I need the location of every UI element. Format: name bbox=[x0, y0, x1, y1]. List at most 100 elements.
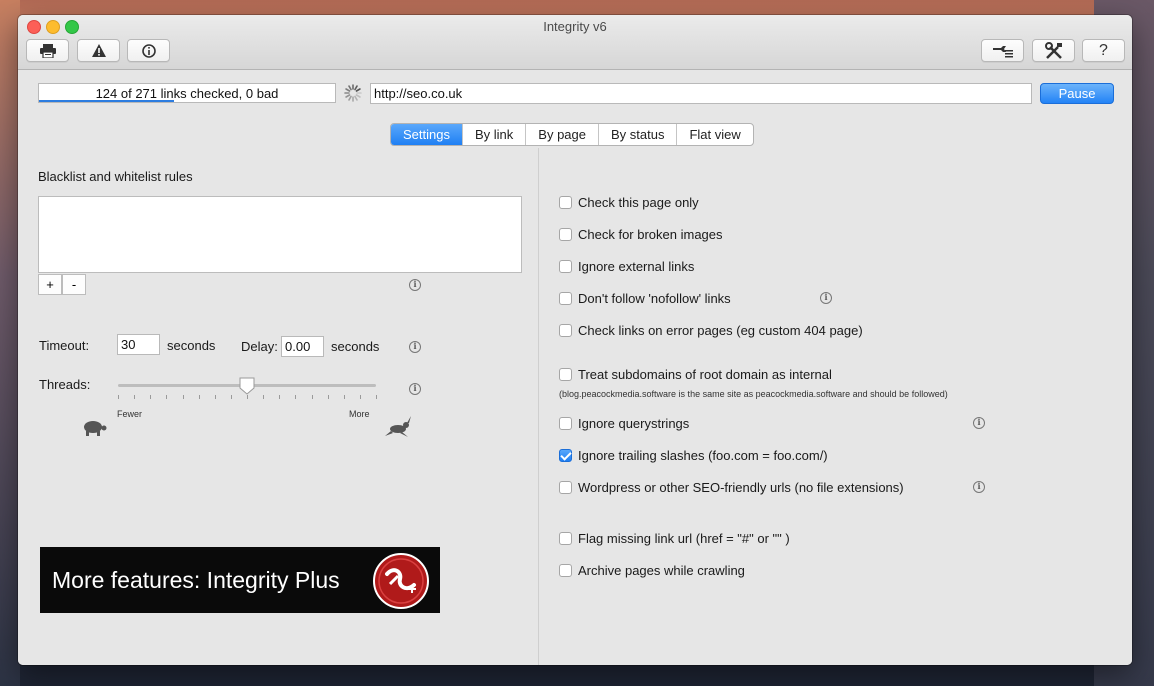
checkbox[interactable] bbox=[559, 564, 572, 577]
slider-tick bbox=[279, 395, 281, 399]
option-label: Check this page only bbox=[578, 195, 699, 210]
option-label: Check for broken images bbox=[578, 227, 723, 242]
threads-more-label: More bbox=[349, 409, 370, 419]
desktop-background-left bbox=[0, 0, 20, 686]
threads-slider-ticks bbox=[118, 395, 377, 400]
tools-button[interactable] bbox=[1032, 39, 1075, 62]
option-ignore-trailing-slashes[interactable]: Ignore trailing slashes (foo.com = foo.c… bbox=[559, 448, 828, 463]
info-icon bbox=[141, 43, 156, 58]
checkbox[interactable] bbox=[559, 228, 572, 241]
timeout-label: Timeout: bbox=[39, 338, 90, 353]
slider-tick bbox=[118, 395, 119, 399]
timeout-unit-label: seconds bbox=[167, 338, 216, 353]
querystrings-info-icon[interactable]: i bbox=[973, 417, 985, 429]
option-label: Ignore trailing slashes (foo.com = foo.c… bbox=[578, 448, 828, 463]
slider-tick bbox=[150, 395, 152, 399]
loading-spinner-icon bbox=[344, 84, 362, 102]
app-window: Integrity v6 ? 124 of 271 links checked,… bbox=[18, 15, 1132, 665]
warning-icon bbox=[91, 44, 106, 57]
help-icon: ? bbox=[1099, 41, 1108, 59]
help-button[interactable]: ? bbox=[1082, 39, 1125, 62]
slider-tick bbox=[327, 395, 329, 399]
tab-by-status[interactable]: By status bbox=[599, 124, 678, 145]
tab-settings[interactable]: Settings bbox=[391, 124, 463, 145]
add-rule-button[interactable]: + bbox=[38, 274, 62, 295]
scan-status: 124 of 271 links checked, 0 bad bbox=[38, 83, 336, 103]
checkbox[interactable] bbox=[559, 532, 572, 545]
promo-text: More features: Integrity Plus bbox=[52, 567, 340, 593]
title-bar: Integrity v6 ? bbox=[18, 15, 1132, 70]
option-check-broken-images[interactable]: Check for broken images bbox=[559, 227, 723, 242]
threads-slider-thumb[interactable] bbox=[239, 377, 255, 395]
slider-tick bbox=[214, 395, 216, 399]
option-label: Archive pages while crawling bbox=[578, 563, 745, 578]
integrity-plus-logo-icon bbox=[372, 552, 430, 615]
print-button[interactable] bbox=[26, 39, 69, 62]
seo-urls-info-icon[interactable]: i bbox=[973, 481, 985, 493]
threads-info-icon[interactable]: i bbox=[409, 383, 421, 395]
option-check-error-pages[interactable]: Check links on error pages (eg custom 40… bbox=[559, 323, 863, 338]
checkbox[interactable] bbox=[559, 368, 572, 381]
wrench-list-icon bbox=[992, 44, 1014, 58]
pause-button[interactable]: Pause bbox=[1040, 83, 1114, 104]
option-ignore-querystrings[interactable]: Ignore querystrings bbox=[559, 416, 689, 431]
slider-tick bbox=[295, 395, 297, 399]
delay-label: Delay: bbox=[241, 339, 278, 354]
print-icon bbox=[39, 43, 57, 58]
checkbox[interactable] bbox=[559, 292, 572, 305]
scan-status-text: 124 of 271 links checked, 0 bad bbox=[95, 86, 279, 101]
slider-tick bbox=[263, 395, 265, 399]
option-label: Check links on error pages (eg custom 40… bbox=[578, 323, 863, 338]
rules-label: Blacklist and whitelist rules bbox=[38, 169, 193, 184]
option-label: Don't follow 'nofollow' links bbox=[578, 291, 731, 306]
slider-tick bbox=[198, 395, 200, 399]
slider-tick bbox=[182, 395, 184, 399]
checkbox[interactable] bbox=[559, 324, 572, 337]
threads-fewer-label: Fewer bbox=[117, 409, 143, 419]
tools-icon bbox=[1044, 41, 1063, 60]
tab-by-page[interactable]: By page bbox=[526, 124, 599, 145]
integrity-plus-promo[interactable]: More features: Integrity Plus bbox=[40, 547, 440, 613]
tab-by-link[interactable]: By link bbox=[463, 124, 527, 145]
preferences-list-button[interactable] bbox=[981, 39, 1024, 62]
option-label: Wordpress or other SEO-friendly urls (no… bbox=[578, 480, 904, 495]
threads-label: Threads: bbox=[39, 377, 91, 392]
info-button[interactable] bbox=[127, 39, 170, 62]
option-ignore-external-links[interactable]: Ignore external links bbox=[559, 259, 694, 274]
tab-flat-view[interactable]: Flat view bbox=[677, 124, 752, 145]
delay-unit-label: seconds bbox=[331, 339, 380, 354]
slider-tick bbox=[359, 395, 361, 399]
slider-tick bbox=[134, 395, 136, 399]
main-content: 124 of 271 links checked, 0 bad Pause Se… bbox=[18, 70, 1132, 665]
option-archive-pages[interactable]: Archive pages while crawling bbox=[559, 563, 745, 578]
option-label: Ignore external links bbox=[578, 259, 695, 274]
slider-tick bbox=[230, 395, 232, 399]
timeout-input[interactable] bbox=[117, 334, 160, 355]
option-label: Ignore querystrings bbox=[578, 416, 690, 431]
option-flag-missing-link-url[interactable]: Flag missing link url (href = "#" or "" … bbox=[559, 531, 790, 546]
option-check-this-page-only[interactable]: Check this page only bbox=[559, 195, 699, 210]
delay-input[interactable] bbox=[281, 336, 324, 357]
rules-list[interactable] bbox=[38, 196, 522, 273]
checkbox[interactable] bbox=[559, 481, 572, 494]
scan-progress-bar bbox=[39, 100, 175, 102]
warnings-button[interactable] bbox=[77, 39, 120, 62]
option-label: Flag missing link url (href = "#" or "" … bbox=[578, 531, 790, 546]
nofollow-info-icon[interactable]: i bbox=[820, 292, 832, 304]
checkbox[interactable] bbox=[559, 260, 572, 273]
url-input[interactable] bbox=[370, 83, 1032, 104]
panel-divider bbox=[538, 148, 539, 665]
slider-tick bbox=[311, 395, 313, 399]
checkbox-checked[interactable] bbox=[559, 449, 572, 462]
checkbox[interactable] bbox=[559, 196, 572, 209]
slider-tick bbox=[343, 395, 345, 399]
option-treat-subdomains-internal[interactable]: Treat subdomains of root domain as inter… bbox=[559, 367, 832, 382]
slider-tick bbox=[376, 395, 377, 399]
option-dont-follow-nofollow[interactable]: Don't follow 'nofollow' links bbox=[559, 291, 731, 306]
remove-rule-button[interactable]: - bbox=[62, 274, 86, 295]
checkbox[interactable] bbox=[559, 417, 572, 430]
rules-info-icon[interactable]: i bbox=[409, 279, 421, 291]
option-seo-friendly-urls[interactable]: Wordpress or other SEO-friendly urls (no… bbox=[559, 480, 904, 495]
view-tabs: Settings By link By page By status Flat … bbox=[390, 123, 754, 146]
timeout-info-icon[interactable]: i bbox=[409, 341, 421, 353]
